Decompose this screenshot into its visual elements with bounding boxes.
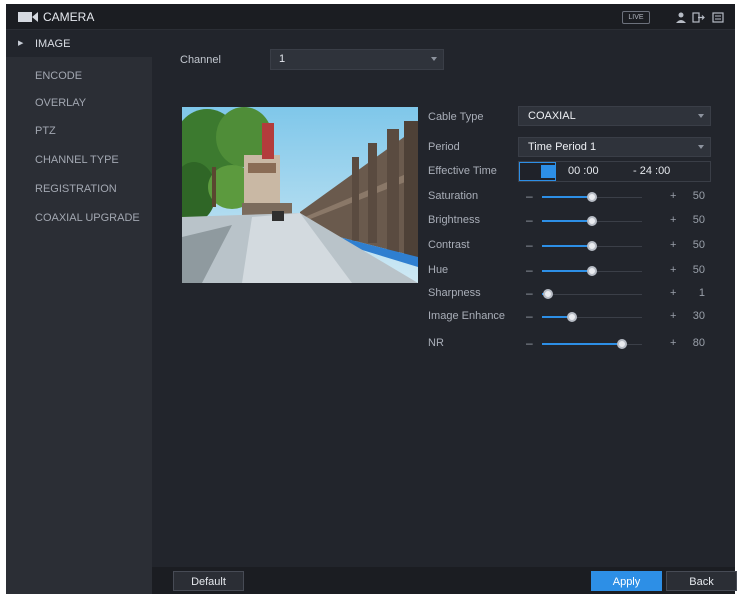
effective-time-label: Effective Time [428, 165, 497, 177]
slider-value: 50 [692, 264, 705, 276]
sidebar-item-label: REGISTRATION [35, 183, 117, 195]
chevron-right-icon: ▶ [18, 40, 24, 47]
slider-value: 50 [692, 190, 705, 202]
slider-label: Brightness [428, 214, 480, 226]
increment-button[interactable]: + [670, 336, 676, 350]
cable-type-value: COAXIAL [528, 110, 576, 122]
slider-image-enhance[interactable]: – +30 [518, 309, 711, 325]
slider-nr[interactable]: – +80 [518, 336, 711, 352]
period-value: Time Period 1 [528, 141, 597, 153]
main-content: Channel 1 Cable Type COAXIAL Period Time… [152, 31, 737, 594]
increment-button[interactable]: + [670, 189, 676, 203]
sidebar-item-overlay[interactable]: OVERLAY [6, 90, 152, 116]
effective-time-field: 00 :00 - 24 :00 [518, 161, 711, 182]
slider-label: Saturation [428, 190, 479, 202]
decrement-button[interactable]: – [526, 309, 533, 323]
decrement-button[interactable]: – [526, 189, 533, 203]
sidebar-item-channel-type[interactable]: CHANNEL TYPE [6, 147, 152, 173]
sidebar: ▶ IMAGE ENCODE OVERLAY PTZ CHANNEL TYPE … [6, 31, 152, 594]
period-label: Period [428, 141, 460, 153]
slider-knob[interactable] [567, 312, 577, 322]
slider-hue[interactable]: – +50 [518, 263, 711, 279]
increment-button[interactable]: + [670, 238, 676, 252]
slider-track[interactable] [542, 294, 642, 295]
increment-button[interactable]: + [670, 263, 676, 277]
slider-value: 50 [692, 239, 705, 251]
decrement-button[interactable]: – [526, 263, 533, 277]
slider-label: Image Enhance [428, 310, 506, 322]
chevron-down-icon [698, 114, 704, 118]
slider-fill [542, 343, 622, 345]
slider-knob[interactable] [587, 241, 597, 251]
slider-value: 80 [692, 337, 705, 349]
slider-saturation[interactable]: – +50 [518, 189, 711, 205]
slider-knob[interactable] [587, 266, 597, 276]
sidebar-item-label: COAXIAL UPGRADE [35, 212, 140, 224]
slider-knob[interactable] [543, 289, 553, 299]
slider-fill [542, 245, 592, 247]
channel-label: Channel [180, 54, 221, 66]
bottom-bar: Default Apply Back [152, 567, 737, 594]
apply-button[interactable]: Apply [591, 571, 662, 591]
logout-icon[interactable] [692, 11, 706, 24]
slider-value: 1 [698, 287, 705, 299]
camera-settings-window: CAMERA LIVE ▶ IMAGE ENCODE OVERLAY PTZ C… [6, 4, 737, 594]
camera-preview [182, 107, 418, 283]
camera-icon [18, 12, 38, 22]
user-icon[interactable] [674, 11, 688, 24]
decrement-button[interactable]: – [526, 238, 533, 252]
increment-button[interactable]: + [670, 309, 676, 323]
chevron-down-icon [698, 145, 704, 149]
sidebar-item-registration[interactable]: REGISTRATION [6, 176, 152, 202]
slider-fill [542, 220, 592, 222]
decrement-button[interactable]: – [526, 213, 533, 227]
increment-button[interactable]: + [670, 286, 676, 300]
sidebar-item-coaxial-upgrade[interactable]: COAXIAL UPGRADE [6, 205, 152, 231]
sidebar-item-label: IMAGE [35, 38, 71, 50]
slider-label: NR [428, 337, 444, 349]
decrement-button[interactable]: – [526, 286, 533, 300]
sidebar-item-label: CHANNEL TYPE [35, 154, 119, 166]
increment-button[interactable]: + [670, 213, 676, 227]
slider-knob[interactable] [587, 216, 597, 226]
sidebar-item-encode[interactable]: ENCODE [6, 63, 152, 89]
channel-select[interactable]: 1 [270, 49, 444, 70]
slider-value: 50 [692, 214, 705, 226]
channel-value: 1 [279, 53, 286, 65]
period-select[interactable]: Time Period 1 [518, 137, 711, 157]
slider-knob[interactable] [587, 192, 597, 202]
live-button[interactable]: LIVE [622, 11, 650, 24]
page-title: CAMERA [43, 10, 95, 24]
sidebar-item-ptz[interactable]: PTZ [6, 118, 152, 144]
sidebar-item-image[interactable]: ▶ IMAGE [6, 31, 152, 57]
slider-label: Sharpness [428, 287, 481, 299]
sidebar-item-label: ENCODE [35, 70, 83, 82]
default-button[interactable]: Default [173, 571, 244, 591]
slider-brightness[interactable]: – +50 [518, 213, 711, 229]
decrement-button[interactable]: – [526, 336, 533, 350]
start-time-input[interactable]: 00 :00 [568, 165, 599, 177]
end-time-input[interactable]: - 24 :00 [633, 165, 670, 177]
cable-type-select[interactable]: COAXIAL [518, 106, 711, 126]
slider-knob[interactable] [617, 339, 627, 349]
slider-contrast[interactable]: – +50 [518, 238, 711, 254]
sidebar-item-label: PTZ [35, 125, 56, 137]
sidebar-item-label: OVERLAY [35, 97, 87, 109]
slider-value: 30 [692, 310, 705, 322]
slider-fill [542, 270, 592, 272]
back-button[interactable]: Back [666, 571, 737, 591]
chevron-down-icon [431, 57, 437, 61]
menu-icon[interactable] [711, 11, 725, 24]
effective-time-toggle[interactable] [519, 162, 556, 181]
slider-sharpness[interactable]: – +1 [518, 286, 711, 302]
slider-fill [542, 196, 592, 198]
cable-type-label: Cable Type [428, 111, 484, 123]
slider-label: Hue [428, 264, 449, 276]
slider-label: Contrast [428, 239, 470, 251]
title-bar: CAMERA LIVE [6, 4, 735, 30]
